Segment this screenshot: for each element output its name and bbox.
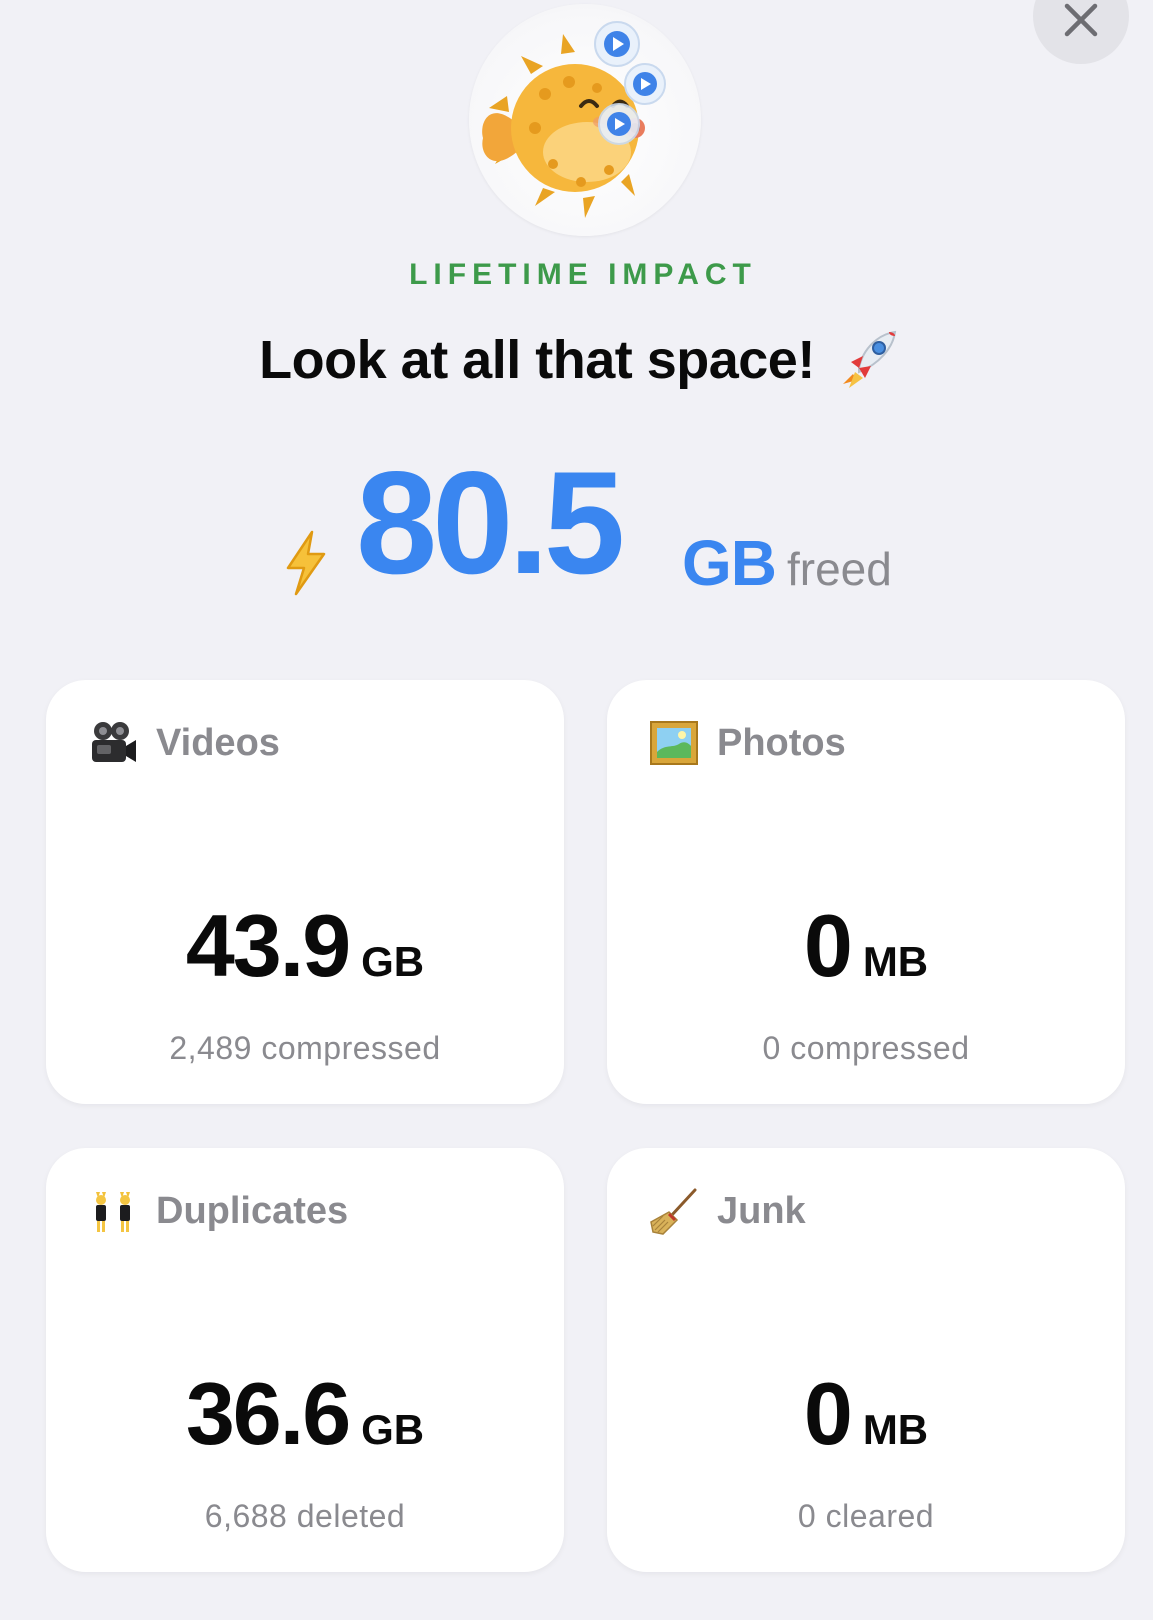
close-icon bbox=[1064, 3, 1098, 37]
card-value-unit: MB bbox=[862, 938, 929, 985]
twins-icon bbox=[96, 1192, 130, 1232]
card-title: Videos bbox=[156, 721, 280, 764]
card-value: 0 MB bbox=[607, 1370, 1125, 1458]
total-freed-suffix: freed bbox=[787, 543, 892, 595]
card-title: Duplicates bbox=[156, 1189, 349, 1232]
total-freed-unit: GB bbox=[682, 527, 777, 599]
card-value: 0 MB bbox=[607, 902, 1125, 990]
card-title: Junk bbox=[717, 1189, 806, 1232]
card-header: Duplicates bbox=[88, 1186, 348, 1236]
close-button[interactable] bbox=[1033, 0, 1129, 64]
framed-picture-icon bbox=[650, 721, 698, 765]
stat-card-duplicates[interactable]: Duplicates 36.6 GB 6,688 deleted bbox=[46, 1148, 564, 1572]
movie-camera-icon bbox=[92, 722, 136, 762]
card-value: 36.6 GB bbox=[46, 1370, 564, 1458]
card-value-unit: GB bbox=[361, 1406, 425, 1453]
page-title-text: Look at all that space! bbox=[259, 330, 815, 390]
stat-card-videos[interactable]: Videos 43.9 GB 2,489 compressed bbox=[46, 680, 564, 1104]
lifetime-impact-screen: LIFETIME IMPACT Look at all that space! … bbox=[0, 0, 1153, 1620]
card-value-unit: GB bbox=[361, 938, 425, 985]
card-title: Photos bbox=[717, 721, 846, 764]
broom-icon bbox=[650, 1188, 697, 1235]
total-freed-value: 80.5 bbox=[356, 441, 625, 604]
page-title: Look at all that space! bbox=[0, 326, 1153, 394]
stat-card-photos[interactable]: Photos 0 MB 0 compressed bbox=[607, 680, 1125, 1104]
card-subtitle: 6,688 deleted bbox=[204, 1498, 406, 1534]
pufferfish-mascot bbox=[469, 4, 701, 236]
card-header: Junk bbox=[649, 1186, 806, 1236]
card-subtitle: 2,489 compressed bbox=[169, 1030, 441, 1066]
card-value-number: 36.6 bbox=[185, 1364, 351, 1463]
stat-card-junk[interactable]: Junk 0 MB 0 cleared bbox=[607, 1148, 1125, 1572]
card-subtitle: 0 cleared bbox=[797, 1498, 935, 1534]
card-value-number: 0 bbox=[803, 896, 853, 995]
card-value: 43.9 GB bbox=[46, 902, 564, 990]
card-value-number: 0 bbox=[803, 1364, 853, 1463]
card-value-unit: MB bbox=[862, 1406, 929, 1453]
section-eyebrow: LIFETIME IMPACT bbox=[409, 258, 757, 291]
rocket-icon bbox=[842, 330, 896, 388]
card-subtitle: 0 compressed bbox=[762, 1030, 970, 1066]
lightning-bolt-icon bbox=[286, 530, 326, 596]
card-header: Videos bbox=[88, 718, 280, 768]
card-value-number: 43.9 bbox=[185, 896, 351, 995]
pufferfish-icon bbox=[482, 21, 666, 218]
card-header: Photos bbox=[649, 718, 846, 768]
